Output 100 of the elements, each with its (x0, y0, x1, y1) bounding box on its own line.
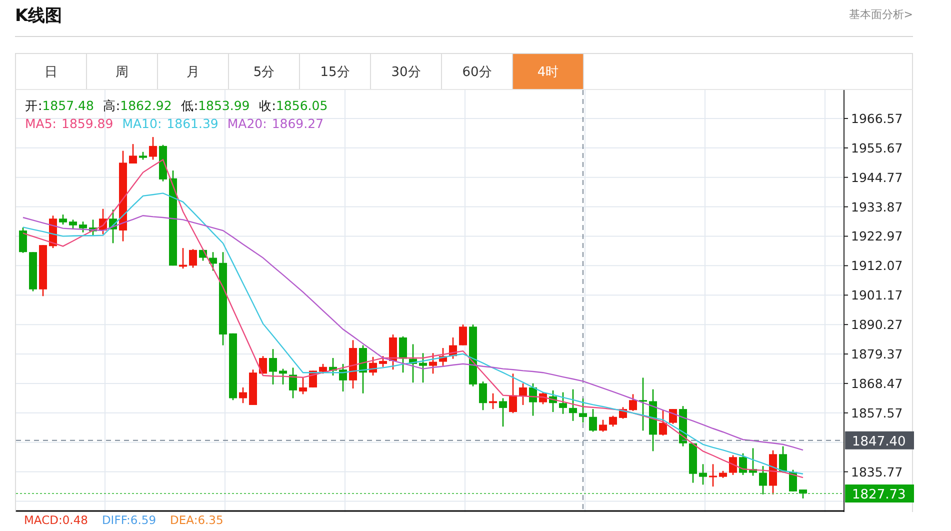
legend-label: 开: (25, 98, 42, 113)
axis-label: 1922.97 (851, 228, 903, 244)
legend-value: 1853.99 (198, 98, 250, 113)
candlestick (739, 453, 747, 475)
candlestick (299, 378, 307, 394)
legend-value: 1869.27 (272, 115, 324, 133)
candlestick (529, 383, 537, 416)
candlestick (29, 252, 37, 292)
candlestick (799, 490, 807, 498)
candlestick (549, 390, 557, 412)
axis-label: 1912.07 (851, 258, 903, 274)
candlestick (269, 349, 277, 384)
candlestick (559, 392, 567, 414)
candlestick (639, 378, 647, 431)
candlestick (599, 420, 607, 432)
legend-label: MA20: (227, 115, 267, 133)
candlestick (149, 137, 157, 160)
candlestick (319, 364, 327, 374)
axis-label: 1944.77 (851, 170, 903, 185)
legend-label: 低: (180, 98, 198, 113)
candlestick (59, 214, 67, 225)
candlestick (199, 249, 207, 261)
candlestick (379, 356, 387, 367)
candlestick (659, 410, 667, 436)
candlestick (419, 353, 427, 383)
candlestick (629, 394, 637, 411)
candlestick (729, 455, 737, 475)
candlestick (289, 368, 297, 398)
legend-label: MA10: (122, 115, 162, 133)
legend-value: 1861.39 (166, 115, 218, 133)
price-tag: 1827.73 (845, 484, 914, 502)
candlestick (619, 407, 627, 419)
candlestick (569, 389, 577, 421)
fundamental-analysis-link[interactable]: 基本面分析> (848, 6, 913, 22)
candlestick (399, 336, 407, 373)
candlestick (439, 348, 447, 366)
candlestick (209, 252, 217, 271)
legend-value: 1862.92 (120, 98, 172, 113)
candlestick (19, 228, 27, 253)
axis-label: 1901.17 (851, 288, 903, 303)
candlestick (69, 220, 77, 230)
candlestick (79, 222, 87, 232)
candlestick (769, 450, 777, 494)
candlestick (89, 220, 97, 236)
candlestick (329, 358, 337, 376)
candlestick (229, 333, 237, 400)
candlestick (139, 152, 147, 160)
indicator-value: MACD:0.48 (24, 514, 88, 527)
candlestick (39, 245, 47, 296)
axis-label: 1835.77 (851, 464, 903, 480)
page-title: K线图 (15, 4, 62, 26)
candlestick (349, 340, 357, 388)
axis-label: 1955.67 (851, 140, 903, 156)
candlestick (539, 392, 547, 404)
candlestick (749, 448, 757, 476)
legend-label: 收: (258, 98, 276, 113)
candlestick (719, 470, 727, 478)
axis-label: 1857.57 (851, 405, 903, 420)
candlestick (479, 381, 487, 410)
candlestick (189, 249, 197, 268)
candlestick (759, 466, 767, 494)
legend-value: 1857.48 (42, 98, 94, 113)
candlestick (129, 144, 137, 164)
candlestick (779, 446, 787, 473)
indicator-value: DIFF:6.59 (102, 514, 156, 527)
price-tag: 1847.40 (845, 431, 914, 450)
candlestick (429, 353, 437, 374)
candlestick (369, 356, 377, 376)
axis-label: 1868.47 (851, 376, 903, 391)
candlestick (509, 374, 517, 414)
legend-value: 1856.05 (276, 98, 328, 113)
candlestick (579, 398, 587, 423)
candlestick (689, 443, 697, 483)
candlestick (339, 364, 347, 392)
candlestick (449, 337, 457, 359)
candlestick (389, 334, 397, 370)
legend-label: MA5: (25, 115, 57, 133)
candlestick (279, 368, 287, 384)
candlestick (699, 464, 707, 485)
candlestick (159, 144, 167, 182)
axis-label: 1966.57 (851, 110, 903, 126)
candlestick (609, 416, 617, 427)
legend-value: 1859.89 (62, 115, 114, 133)
candlestick (589, 409, 597, 432)
candlestick (459, 324, 467, 346)
candlestick (109, 210, 117, 244)
legend-label: 高: (102, 98, 120, 113)
axis-label: 1890.27 (851, 317, 903, 332)
candlestick (519, 383, 527, 405)
candlestick (259, 356, 267, 374)
candlestick (709, 464, 717, 487)
candlestick (359, 345, 367, 394)
candlestick (469, 324, 477, 386)
axis-label: 1879.37 (851, 346, 903, 362)
candlestick (179, 248, 187, 269)
candlestick (669, 409, 677, 424)
candlestick (239, 387, 247, 404)
candlestick (489, 393, 497, 410)
candlestick (99, 208, 107, 234)
candlestick (649, 389, 657, 452)
